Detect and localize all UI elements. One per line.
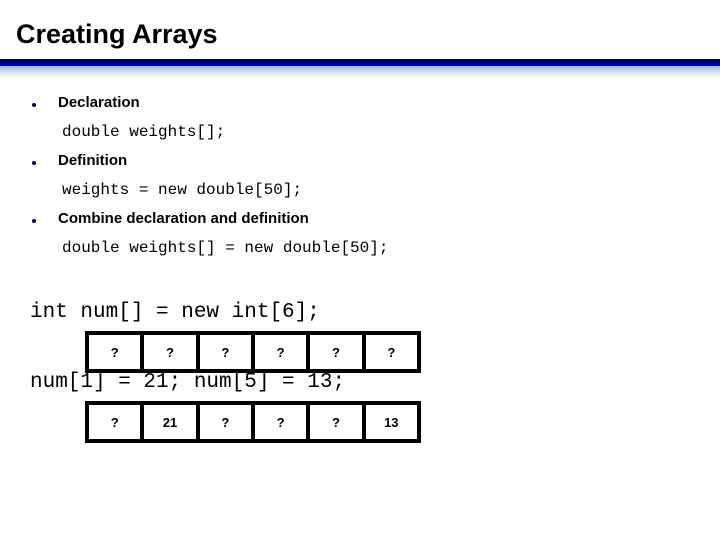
slide-body: Declaration double weights[]; Definition… — [0, 92, 720, 266]
array-cell: ? — [199, 335, 255, 369]
code-text: double weights[] = new double[50]; — [62, 239, 389, 257]
array-cell: ? — [254, 405, 311, 439]
array-cell: 21 — [144, 405, 200, 439]
array-example-assignment: num[1] = 21; num[5] = 13; ? 21 ? ? ? 13 — [0, 370, 720, 443]
bullet-label: Definition — [58, 152, 128, 169]
array-example-allocation: int num[] = new int[6]; ? ? ? ? ? ? — [0, 300, 720, 373]
bullet-item-declaration: Declaration — [0, 92, 720, 121]
bullet-label: Declaration — [58, 94, 140, 111]
array-cell: ? — [199, 405, 255, 439]
array-cells-table: ? ? ? ? ? ? — [85, 331, 421, 373]
page-title: Creating Arrays — [16, 19, 218, 49]
array-cell: ? — [365, 335, 417, 369]
array-cell: ? — [89, 335, 145, 369]
code-line-definition: weights = new double[50]; — [0, 179, 720, 208]
divider-gradient-fade — [0, 66, 720, 79]
bullet-item-combine: Combine declaration and definition — [0, 208, 720, 237]
slide-header: Creating Arrays — [0, 0, 720, 60]
array-cell: ? — [89, 405, 145, 439]
array-cell: ? — [144, 335, 200, 369]
bullet-dot-icon — [32, 219, 36, 223]
bullet-dot-icon — [32, 103, 36, 107]
array-cell: ? — [254, 335, 311, 369]
array-cell: 13 — [365, 405, 417, 439]
code-text: weights = new double[50]; — [62, 181, 303, 199]
bullet-item-definition: Definition — [0, 150, 720, 179]
bullet-label: Combine declaration and definition — [58, 210, 309, 227]
title-divider — [0, 59, 720, 79]
array-cell: ? — [310, 405, 366, 439]
bullet-dot-icon — [32, 161, 36, 165]
code-line-combine: double weights[] = new double[50]; — [0, 237, 720, 266]
array-cells-table: ? 21 ? ? ? 13 — [85, 401, 421, 443]
array-code-line: num[1] = 21; num[5] = 13; — [30, 371, 346, 394]
code-line-declaration: double weights[]; — [0, 121, 720, 150]
code-text: double weights[]; — [62, 123, 226, 141]
array-code-line: int num[] = new int[6]; — [30, 301, 320, 324]
array-cell: ? — [310, 335, 366, 369]
